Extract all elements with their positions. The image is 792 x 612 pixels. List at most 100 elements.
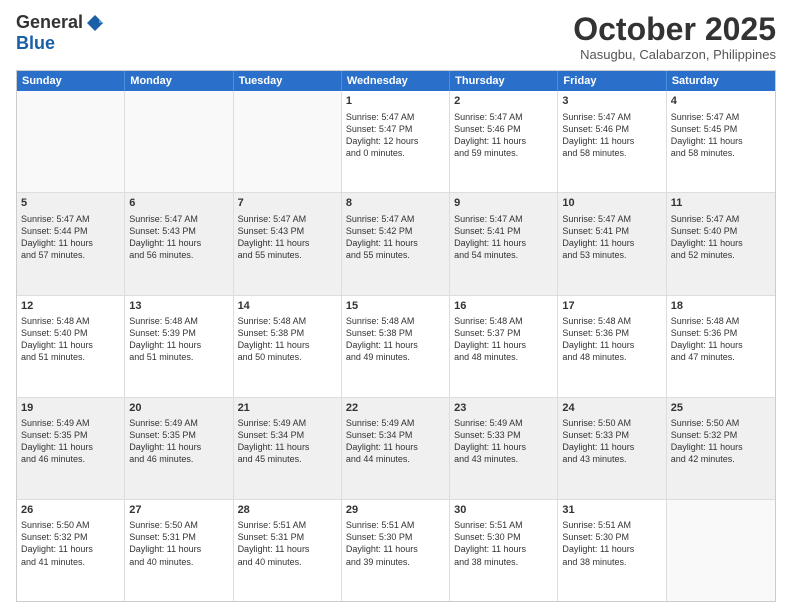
day-number: 6 [129,196,228,211]
day-number: 16 [454,299,553,314]
calendar-body: 1 Sunrise: 5:47 AM Sunset: 5:47 PM Daylig… [17,91,775,601]
cell-info: Sunrise: 5:51 AM Sunset: 5:30 PM Dayligh… [454,519,553,568]
cell-info: Sunrise: 5:47 AM Sunset: 5:47 PM Dayligh… [346,111,445,160]
cell-info: Sunrise: 5:47 AM Sunset: 5:46 PM Dayligh… [454,111,553,160]
day-number: 13 [129,299,228,314]
day-number: 24 [562,401,661,416]
cell-info: Sunrise: 5:49 AM Sunset: 5:34 PM Dayligh… [346,417,445,466]
day-number: 31 [562,503,661,518]
cell-info: Sunrise: 5:47 AM Sunset: 5:41 PM Dayligh… [562,213,661,262]
cell-info: Sunrise: 5:48 AM Sunset: 5:40 PM Dayligh… [21,315,120,364]
cell-info: Sunrise: 5:49 AM Sunset: 5:35 PM Dayligh… [21,417,120,466]
header-day-monday: Monday [125,71,233,91]
day-number: 29 [346,503,445,518]
cell-info: Sunrise: 5:48 AM Sunset: 5:36 PM Dayligh… [671,315,771,364]
day-number: 11 [671,196,771,211]
calendar-header: SundayMondayTuesdayWednesdayThursdayFrid… [17,71,775,91]
day-cell-26: 26Sunrise: 5:50 AM Sunset: 5:32 PM Dayli… [17,500,125,601]
day-cell-6: 6 Sunrise: 5:47 AM Sunset: 5:43 PM Daylig… [125,193,233,294]
day-cell-5: 5Sunrise: 5:47 AM Sunset: 5:44 PM Daylig… [17,193,125,294]
empty-cell [17,91,125,192]
day-number: 26 [21,503,120,518]
header: General Blue October 2025 Nasugbu, Calab… [16,12,776,62]
empty-cell [125,91,233,192]
cell-info: Sunrise: 5:48 AM Sunset: 5:37 PM Dayligh… [454,315,553,364]
logo-icon [85,13,105,33]
day-number: 23 [454,401,553,416]
day-cell-22: 22Sunrise: 5:49 AM Sunset: 5:34 PM Dayli… [342,398,450,499]
empty-cell [234,91,342,192]
calendar-row-0: 1 Sunrise: 5:47 AM Sunset: 5:47 PM Daylig… [17,91,775,193]
day-number: 25 [671,401,771,416]
logo-general-text: General [16,12,83,33]
day-cell-25: 25Sunrise: 5:50 AM Sunset: 5:32 PM Dayli… [667,398,775,499]
day-number: 27 [129,503,228,518]
cell-info: Sunrise: 5:50 AM Sunset: 5:33 PM Dayligh… [562,417,661,466]
cell-info: Sunrise: 5:47 AM Sunset: 5:43 PM Dayligh… [129,213,228,262]
calendar: SundayMondayTuesdayWednesdayThursdayFrid… [16,70,776,602]
month-title: October 2025 [573,12,776,47]
cell-info: Sunrise: 5:47 AM Sunset: 5:45 PM Dayligh… [671,111,771,160]
cell-info: Sunrise: 5:51 AM Sunset: 5:30 PM Dayligh… [346,519,445,568]
day-number: 14 [238,299,337,314]
day-number: 15 [346,299,445,314]
day-cell-21: 21Sunrise: 5:49 AM Sunset: 5:34 PM Dayli… [234,398,342,499]
cell-info: Sunrise: 5:50 AM Sunset: 5:32 PM Dayligh… [671,417,771,466]
cell-info: Sunrise: 5:47 AM Sunset: 5:41 PM Dayligh… [454,213,553,262]
logo-blue-text: Blue [16,33,55,54]
day-cell-20: 20Sunrise: 5:49 AM Sunset: 5:35 PM Dayli… [125,398,233,499]
cell-info: Sunrise: 5:48 AM Sunset: 5:36 PM Dayligh… [562,315,661,364]
empty-cell [667,500,775,601]
cell-info: Sunrise: 5:50 AM Sunset: 5:32 PM Dayligh… [21,519,120,568]
day-number: 12 [21,299,120,314]
cell-info: Sunrise: 5:48 AM Sunset: 5:38 PM Dayligh… [238,315,337,364]
day-cell-28: 28Sunrise: 5:51 AM Sunset: 5:31 PM Dayli… [234,500,342,601]
day-number: 8 [346,196,445,211]
title-area: October 2025 Nasugbu, Calabarzon, Philip… [573,12,776,62]
cell-info: Sunrise: 5:47 AM Sunset: 5:44 PM Dayligh… [21,213,120,262]
day-cell-11: 11 Sunrise: 5:47 AM Sunset: 5:40 PM Dayli… [667,193,775,294]
cell-info: Sunrise: 5:49 AM Sunset: 5:33 PM Dayligh… [454,417,553,466]
logo: General Blue [16,12,105,54]
day-cell-18: 18Sunrise: 5:48 AM Sunset: 5:36 PM Dayli… [667,296,775,397]
cell-info: Sunrise: 5:48 AM Sunset: 5:38 PM Dayligh… [346,315,445,364]
day-cell-2: 2 Sunrise: 5:47 AM Sunset: 5:46 PM Daylig… [450,91,558,192]
header-day-thursday: Thursday [450,71,558,91]
calendar-row-2: 12Sunrise: 5:48 AM Sunset: 5:40 PM Dayli… [17,296,775,398]
day-number: 30 [454,503,553,518]
day-cell-29: 29Sunrise: 5:51 AM Sunset: 5:30 PM Dayli… [342,500,450,601]
day-cell-9: 9Sunrise: 5:47 AM Sunset: 5:41 PM Daylig… [450,193,558,294]
day-number: 3 [562,94,661,109]
day-cell-3: 3Sunrise: 5:47 AM Sunset: 5:46 PM Daylig… [558,91,666,192]
day-number: 4 [671,94,771,109]
calendar-row-4: 26Sunrise: 5:50 AM Sunset: 5:32 PM Dayli… [17,500,775,601]
day-cell-30: 30Sunrise: 5:51 AM Sunset: 5:30 PM Dayli… [450,500,558,601]
day-cell-31: 31Sunrise: 5:51 AM Sunset: 5:30 PM Dayli… [558,500,666,601]
header-day-saturday: Saturday [667,71,775,91]
cell-info: Sunrise: 5:49 AM Sunset: 5:35 PM Dayligh… [129,417,228,466]
day-cell-4: 4 Sunrise: 5:47 AM Sunset: 5:45 PM Daylig… [667,91,775,192]
cell-info: Sunrise: 5:51 AM Sunset: 5:30 PM Dayligh… [562,519,661,568]
day-cell-15: 15Sunrise: 5:48 AM Sunset: 5:38 PM Dayli… [342,296,450,397]
day-cell-16: 16Sunrise: 5:48 AM Sunset: 5:37 PM Dayli… [450,296,558,397]
cell-info: Sunrise: 5:50 AM Sunset: 5:31 PM Dayligh… [129,519,228,568]
day-number: 7 [238,196,337,211]
cell-info: Sunrise: 5:47 AM Sunset: 5:40 PM Dayligh… [671,213,771,262]
day-number: 18 [671,299,771,314]
day-cell-1: 1 Sunrise: 5:47 AM Sunset: 5:47 PM Daylig… [342,91,450,192]
day-cell-14: 14Sunrise: 5:48 AM Sunset: 5:38 PM Dayli… [234,296,342,397]
day-number: 21 [238,401,337,416]
location: Nasugbu, Calabarzon, Philippines [573,47,776,62]
cell-info: Sunrise: 5:51 AM Sunset: 5:31 PM Dayligh… [238,519,337,568]
day-number: 28 [238,503,337,518]
header-day-wednesday: Wednesday [342,71,450,91]
day-number: 20 [129,401,228,416]
day-cell-24: 24Sunrise: 5:50 AM Sunset: 5:33 PM Dayli… [558,398,666,499]
cell-info: Sunrise: 5:48 AM Sunset: 5:39 PM Dayligh… [129,315,228,364]
header-day-tuesday: Tuesday [234,71,342,91]
cell-info: Sunrise: 5:47 AM Sunset: 5:42 PM Dayligh… [346,213,445,262]
day-number: 2 [454,94,553,109]
day-cell-19: 19Sunrise: 5:49 AM Sunset: 5:35 PM Dayli… [17,398,125,499]
day-cell-23: 23Sunrise: 5:49 AM Sunset: 5:33 PM Dayli… [450,398,558,499]
day-number: 1 [346,94,445,109]
